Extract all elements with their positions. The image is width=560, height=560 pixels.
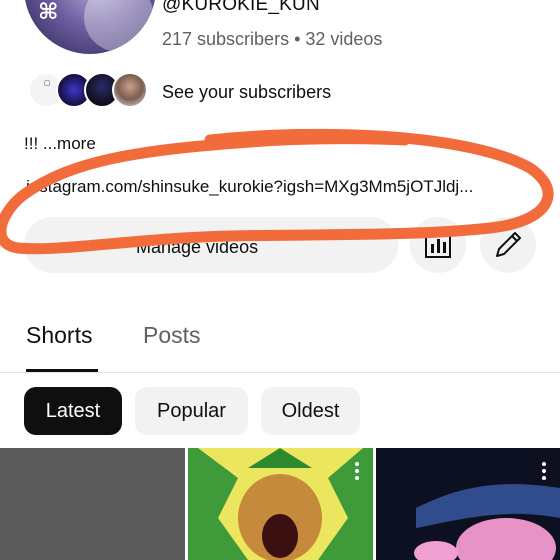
manage-videos-label: Manage videos [136, 237, 259, 257]
thumbnail-image [376, 448, 560, 560]
subscriber-avatar [112, 72, 148, 108]
capcut-logo-icon: ⌘ [38, 0, 59, 25]
channel-link[interactable]: instagram.com/shinsuke_kurokie?igsh=MXg3… [26, 177, 473, 197]
manage-videos-button[interactable]: Manage videos [24, 217, 398, 273]
filter-chip-oldest[interactable]: Oldest [261, 387, 360, 435]
more-vertical-icon[interactable] [542, 462, 546, 483]
thumbnail-image [188, 448, 373, 560]
channel-avatar[interactable]: ⌘ [24, 0, 156, 54]
filter-chip-popular[interactable]: Popular [135, 387, 248, 435]
short-thumbnail[interactable] [188, 448, 373, 560]
subscriber-avatars[interactable]: ▢ [28, 72, 150, 112]
edit-button[interactable] [480, 217, 536, 273]
channel-handle: @KUROKIE_KUN [162, 0, 320, 15]
tab-shorts[interactable]: Shorts [26, 322, 92, 349]
tab-posts[interactable]: Posts [143, 322, 201, 349]
more-vertical-icon[interactable] [355, 462, 359, 483]
pencil-icon [496, 232, 521, 257]
see-subscribers-link[interactable]: See your subscribers [162, 82, 331, 103]
avatar-art [84, 0, 154, 52]
filter-chip-latest[interactable]: Latest [24, 387, 122, 435]
tabs-divider [0, 372, 560, 373]
channel-meta: 217 subscribers • 32 videos [162, 29, 383, 49]
short-thumbnail[interactable] [376, 448, 560, 560]
short-thumbnail[interactable] [0, 448, 185, 560]
analytics-icon [425, 232, 451, 258]
analytics-button[interactable] [410, 217, 466, 273]
channel-description[interactable]: !!! ...more [24, 134, 96, 154]
